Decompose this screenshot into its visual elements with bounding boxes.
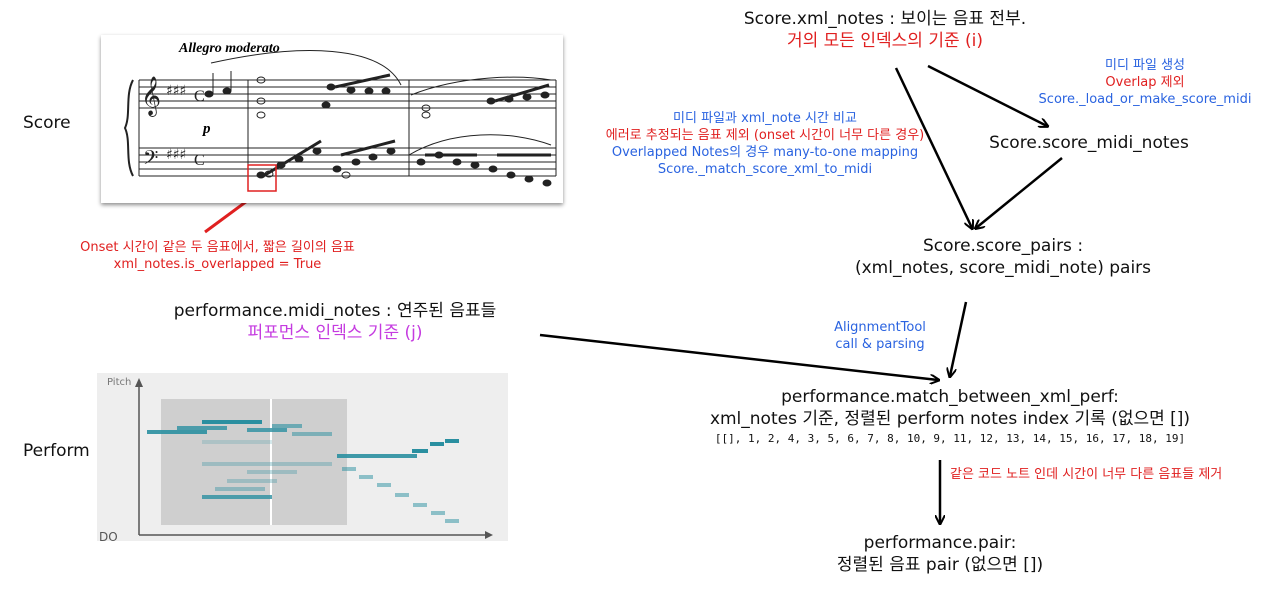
score-pairs-line1: Score.score_pairs :	[922, 236, 1084, 256]
score-pairs-node: Score.score_pairs : (xml_notes, score_mi…	[818, 235, 1188, 279]
xml-notes-subtitle: 거의 모든 인덱스의 기준 (i)	[786, 31, 983, 51]
compare-line1: 미디 파일과 xml_note 시간 비교	[673, 111, 857, 126]
midi-gen-line1: 미디 파일 생성	[1104, 58, 1186, 73]
svg-text:C: C	[194, 152, 205, 169]
svg-text:𝄢: 𝄢	[143, 146, 158, 174]
match-node: performance.match_between_xml_perf: xml_…	[670, 386, 1230, 448]
compare-line2: 에러로 추정되는 음표 제외 (onset 시간이 너무 다른 경우)	[605, 128, 925, 143]
overlap-note: Onset 시간이 같은 두 음표에서, 짧은 길이의 음표 xml_notes…	[25, 239, 410, 273]
overlap-note-line2: xml_notes.is_overlapped = True	[113, 257, 322, 272]
alignment-line2: call & parsing	[835, 337, 925, 352]
svg-text:♯♯♯: ♯♯♯	[166, 147, 186, 163]
pair-line1: performance.pair:	[863, 533, 1017, 553]
perform-label: Perform	[23, 441, 90, 461]
arrow-midi-to-pairs	[976, 157, 1063, 228]
score-image: Allegro moderato p 𝄞 𝄢 ♯♯♯ ♯♯♯ C C	[101, 35, 563, 203]
score-pairs-line2: (xml_notes, score_midi_note) pairs	[854, 258, 1152, 278]
compare-edge-label: 미디 파일과 xml_note 시간 비교 에러로 추정되는 음표 제외 (on…	[555, 110, 975, 178]
pair-line2: 정렬된 음표 pair (없으면 [])	[836, 555, 1044, 575]
perform-image: Pitch DO	[97, 373, 508, 541]
compare-line4: Score._match_score_xml_to_midi	[657, 162, 873, 177]
xml-notes-title: Score.xml_notes : 보이는 음표 전부.	[743, 9, 1027, 29]
svg-text:♯♯♯: ♯♯♯	[166, 83, 186, 99]
do-axis-label: DO	[99, 530, 118, 541]
svg-text:C: C	[194, 88, 205, 105]
perf-midi-notes-title: performance.midi_notes : 연주된 음표들	[173, 301, 497, 321]
score-dynamic: p	[201, 121, 211, 137]
compare-line3: Overlapped Notes의 경우 many-to-one mapping	[611, 145, 919, 160]
score-midi-notes-node: Score.score_midi_notes	[989, 133, 1189, 153]
match-array: [[], 1, 2, 4, 3, 5, 6, 7, 8, 10, 9, 11, …	[714, 432, 1186, 445]
arrow-pairs-to-match	[950, 301, 968, 376]
svg-text:𝄞: 𝄞	[141, 76, 161, 117]
midi-gen-line3: Score._load_or_make_score_midi	[1038, 92, 1252, 107]
pitch-axis-label: Pitch	[107, 377, 131, 388]
remove-edge-label: 같은 코드 노트 인데 시간이 너무 다른 음표들 제거	[950, 467, 1223, 482]
overlap-note-line1: Onset 시간이 같은 두 음표에서, 짧은 길이의 음표	[80, 240, 355, 255]
midi-gen-edge-label: 미디 파일 생성 Overlap 제외 Score._load_or_make_…	[1020, 57, 1270, 108]
pair-node: performance.pair: 정렬된 음표 pair (없으면 [])	[790, 532, 1090, 576]
match-line2: xml_notes 기준, 정렬된 perform notes index 기록…	[709, 409, 1191, 429]
midi-gen-line2: Overlap 제외	[1105, 75, 1185, 90]
alignment-edge-label: AlignmentTool call & parsing	[810, 319, 950, 353]
alignment-line1: AlignmentTool	[834, 320, 926, 335]
perf-midi-notes-node: performance.midi_notes : 연주된 음표들 퍼포먼스 인덱…	[115, 300, 555, 344]
xml-notes-node: Score.xml_notes : 보이는 음표 전부. 거의 모든 인덱스의 …	[720, 8, 1050, 52]
score-label: Score	[23, 113, 71, 133]
perf-midi-notes-subtitle: 퍼포먼스 인덱스 기준 (j)	[247, 323, 423, 343]
match-line1: performance.match_between_xml_perf:	[781, 387, 1119, 407]
